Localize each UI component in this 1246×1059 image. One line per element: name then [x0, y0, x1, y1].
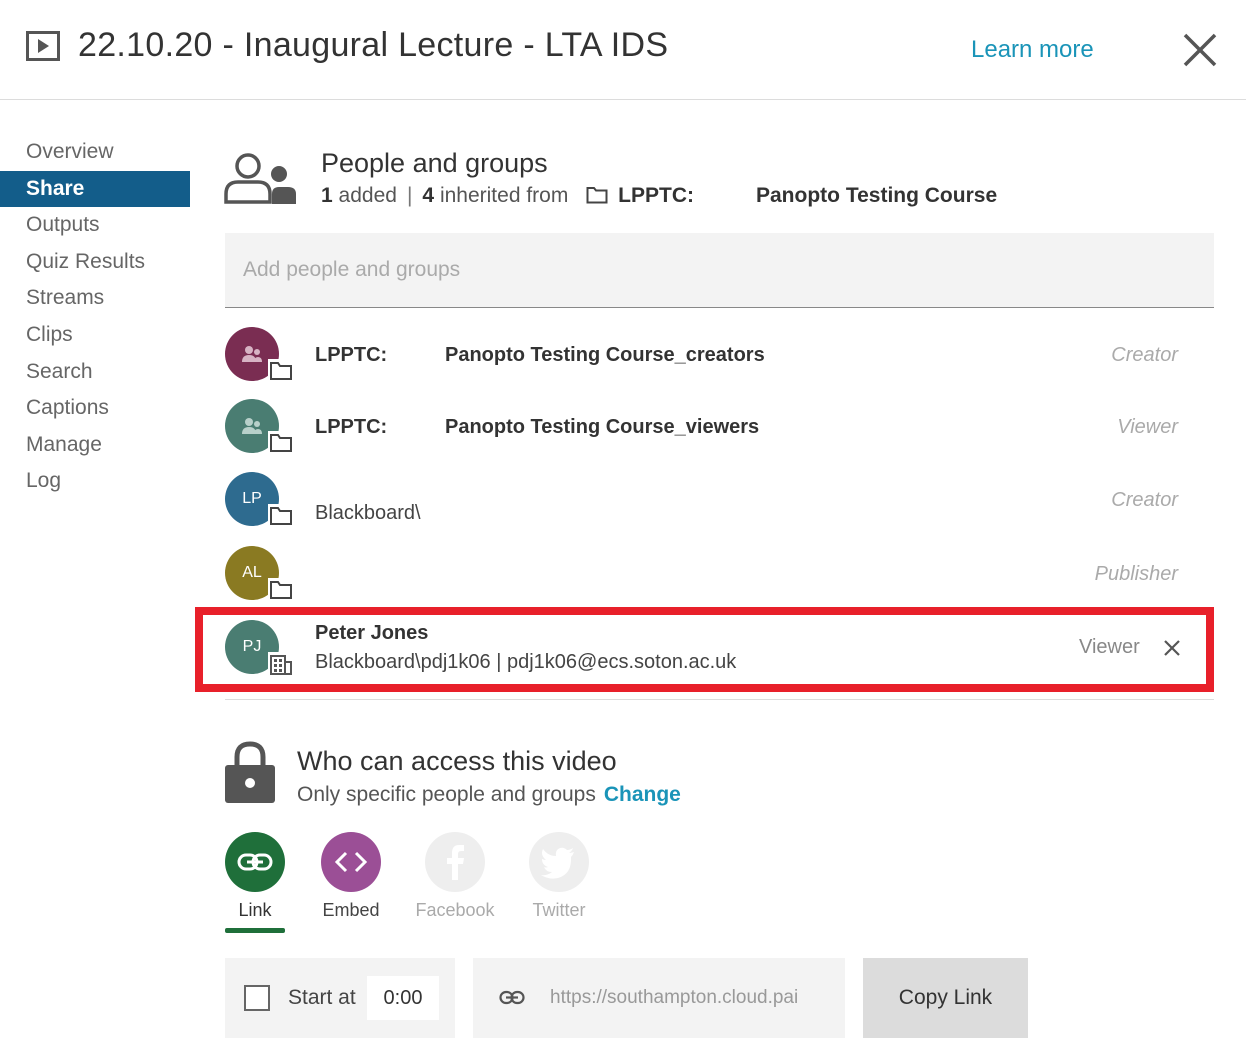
sidebar-item-share[interactable]: Share: [0, 170, 190, 208]
share-entry: LP Blackboard\ Creator: [225, 472, 1215, 532]
entry-name: Panopto Testing Course_viewers: [445, 416, 760, 438]
group-icon: [242, 418, 262, 434]
share-option-label: Twitter: [532, 900, 586, 920]
entry-name: Peter Jones: [315, 622, 429, 644]
remove-icon[interactable]: [1163, 639, 1181, 657]
entry-role: Publisher: [1094, 563, 1178, 585]
facebook-icon: [447, 845, 464, 880]
inherited-count: 4: [422, 184, 435, 207]
divider: [225, 699, 1214, 700]
entry-detail: Blackboard\: [315, 502, 421, 524]
course-prefix: LPPTC:: [618, 184, 694, 207]
dialog-header: 22.10.20 - Inaugural Lecture - LTA IDS L…: [0, 0, 1246, 100]
embed-icon: [334, 851, 368, 873]
start-time-input[interactable]: [367, 976, 439, 1020]
start-at-checkbox[interactable]: [244, 985, 270, 1011]
start-at-label: Start at: [288, 986, 356, 1009]
entry-role: Viewer: [1117, 416, 1178, 438]
twitter-icon: [541, 847, 574, 879]
share-facebook-button[interactable]: Facebook: [405, 832, 505, 921]
sidebar-item-search[interactable]: Search: [0, 354, 190, 391]
access-level: Only specific people and groups: [297, 783, 596, 806]
folder-icon: [268, 431, 294, 455]
people-section-title: People and groups: [321, 148, 548, 178]
sidebar-item-manage[interactable]: Manage: [0, 427, 190, 464]
inherited-label: inherited from: [439, 184, 569, 207]
share-twitter-button[interactable]: Twitter: [509, 832, 609, 921]
lock-icon: [225, 741, 275, 803]
summary-separator: |: [406, 184, 413, 207]
sidebar-item-overview[interactable]: Overview: [0, 134, 190, 171]
added-count: 1: [321, 184, 333, 207]
link-icon: [499, 990, 525, 1005]
entry-prefix: LPPTC:: [315, 344, 388, 366]
share-url-input[interactable]: [550, 982, 825, 1014]
share-entry: LPPTC: Panopto Testing Course_creators C…: [225, 327, 1215, 387]
share-url-panel: [473, 958, 845, 1038]
added-label: added: [338, 184, 397, 207]
building-icon: [268, 652, 294, 676]
learn-more-link[interactable]: Learn more: [971, 36, 1094, 64]
folder-icon: [268, 504, 294, 528]
folder-icon: [268, 578, 294, 602]
share-option-label: Embed: [322, 900, 380, 920]
share-link-button[interactable]: Link: [205, 832, 305, 921]
people-icon: [224, 153, 296, 204]
sidebar-nav: Overview Share Outputs Quiz Results Stre…: [0, 134, 190, 500]
sidebar-item-log[interactable]: Log: [0, 463, 190, 500]
add-people-input[interactable]: [225, 233, 1214, 308]
share-embed-button[interactable]: Embed: [301, 832, 401, 921]
people-summary: 1 added | 4 inherited from LPPTC:: [321, 184, 694, 208]
folder-icon: [586, 187, 608, 204]
active-tab-indicator: [225, 928, 285, 933]
entry-role: Creator: [1111, 344, 1178, 366]
close-icon[interactable]: [1180, 30, 1220, 70]
link-icon: [237, 853, 273, 871]
sidebar-item-streams[interactable]: Streams: [0, 280, 190, 317]
share-entry: AL Publisher: [225, 546, 1215, 606]
sidebar-item-outputs[interactable]: Outputs: [0, 207, 190, 244]
access-subtitle: Only specific people and groups Change: [297, 783, 681, 807]
access-title: Who can access this video: [297, 746, 617, 776]
course-name: Panopto Testing Course: [756, 184, 998, 207]
video-icon: [26, 31, 60, 61]
sidebar-item-quiz-results[interactable]: Quiz Results: [0, 244, 190, 281]
change-access-link[interactable]: Change: [604, 783, 681, 806]
sidebar-item-captions[interactable]: Captions: [0, 390, 190, 427]
entry-role: Creator: [1111, 489, 1178, 511]
entry-name: Panopto Testing Course_creators: [445, 344, 765, 366]
entry-detail: Blackboard\pdj1k06 | pdj1k06@ecs.soton.a…: [315, 651, 737, 673]
share-option-label: Facebook: [415, 900, 495, 920]
video-title: 22.10.20 - Inaugural Lecture - LTA IDS: [78, 26, 669, 64]
entry-prefix: LPPTC:: [315, 416, 388, 438]
copy-link-button[interactable]: Copy Link: [863, 958, 1028, 1038]
folder-icon: [268, 359, 294, 383]
share-entry: LPPTC: Panopto Testing Course_viewers Vi…: [225, 399, 1215, 459]
start-at-panel: Start at: [225, 958, 455, 1038]
share-option-label: Link: [238, 900, 272, 920]
sidebar-item-clips[interactable]: Clips: [0, 317, 190, 354]
role-dropdown[interactable]: Viewer: [1079, 636, 1140, 659]
group-icon: [242, 346, 262, 362]
